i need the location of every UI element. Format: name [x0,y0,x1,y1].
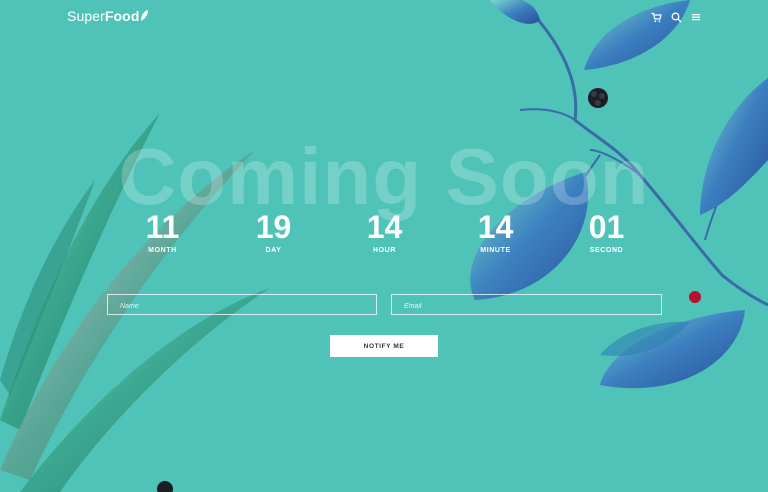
header-icons [650,11,702,23]
countdown-second: 01 SECOND [551,208,662,254]
notify-me-button[interactable]: NOTIFY ME [330,335,438,357]
countdown-label: DAY [265,247,282,254]
search-icon[interactable] [670,11,682,23]
brand-logo[interactable]: Super Food [67,8,149,24]
coming-soon-page: Super Food Coming Soon 11 MONTH 19 DAY 14… [0,0,768,492]
logo-text-regular: Super [67,8,105,24]
countdown-timer: 11 MONTH 19 DAY 14 HOUR 14 MINUTE 01 SEC… [107,208,662,254]
name-input[interactable] [108,297,376,316]
menu-icon[interactable] [690,11,702,23]
countdown-value: 14 [477,209,514,245]
countdown-value: 14 [366,209,403,245]
name-field-wrapper [107,294,377,316]
countdown-month: 11 MONTH [107,208,218,254]
leaf-logo-icon [141,10,149,21]
countdown-value: 01 [588,209,625,245]
countdown-value: 11 [145,209,180,245]
countdown-label: SECOND [589,247,624,254]
countdown-label: MINUTE [480,247,511,254]
countdown-label: HOUR [372,247,396,254]
countdown-minute: 14 MINUTE [440,208,551,254]
countdown-hour: 14 HOUR [329,208,440,254]
coming-soon-title: Coming Soon [118,132,650,221]
countdown-label: MONTH [148,247,177,254]
email-field-wrapper [391,294,662,316]
countdown-day: 19 DAY [218,208,329,254]
logo-text-bold: Food [104,8,140,24]
email-input[interactable] [392,297,661,316]
cart-icon[interactable] [650,11,662,23]
countdown-value: 19 [255,209,292,245]
